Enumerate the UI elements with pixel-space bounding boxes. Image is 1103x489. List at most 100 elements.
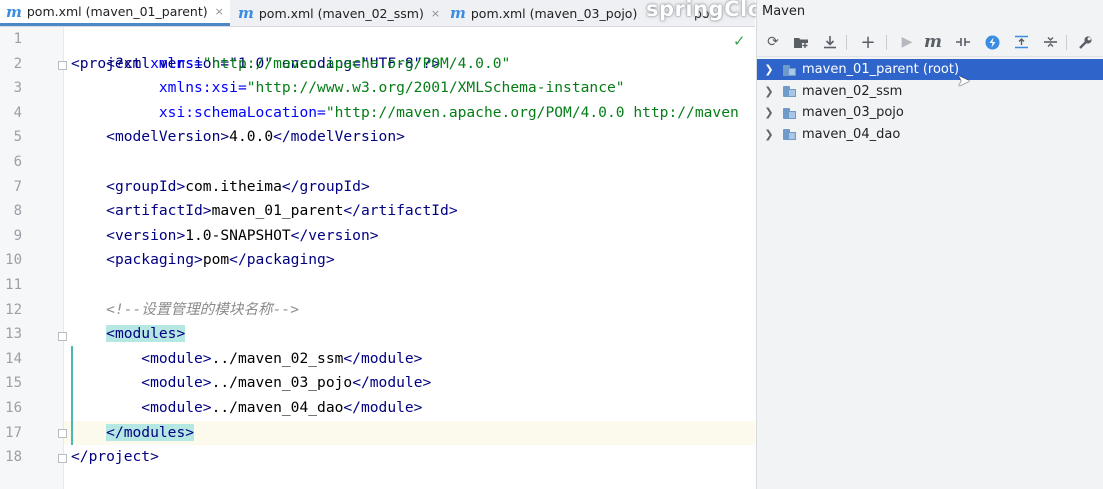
tree-item-label: maven_03_pojo bbox=[802, 105, 904, 120]
maven-m-icon: m bbox=[6, 2, 22, 21]
tag-open: <groupId> bbox=[106, 177, 186, 195]
fold-marker[interactable] bbox=[58, 61, 67, 70]
chevron-right-icon[interactable]: ❯ bbox=[759, 128, 779, 141]
fold-marker[interactable] bbox=[58, 332, 67, 341]
tag-close: </packaging> bbox=[229, 251, 335, 269]
maven-module-icon bbox=[783, 127, 797, 141]
code-line-7: <groupId>com.itheima</groupId> bbox=[71, 175, 370, 200]
tag-open: <module> bbox=[141, 349, 212, 367]
close-icon[interactable]: × bbox=[215, 5, 224, 18]
tag-close: </artifactId> bbox=[343, 202, 458, 220]
tag-open: <version> bbox=[106, 226, 186, 244]
expand-all-icon[interactable] bbox=[1040, 32, 1060, 52]
line-number: 14 bbox=[5, 350, 22, 367]
tag-text: 1.0-SNAPSHOT bbox=[185, 226, 291, 244]
chevron-right-icon[interactable]: ❯ bbox=[759, 63, 779, 76]
line-number: 10 bbox=[5, 252, 22, 269]
toolbar-separator bbox=[1066, 35, 1067, 50]
line-number: 8 bbox=[13, 203, 22, 220]
tag-text: com.itheima bbox=[185, 177, 282, 195]
mouse-pointer-icon: ➤ bbox=[957, 71, 971, 90]
tag-close: </module> bbox=[343, 399, 423, 416]
run-icon[interactable]: ▶ bbox=[897, 32, 917, 52]
code-line-8: <artifactId>maven_01_parent</artifactId> bbox=[71, 199, 458, 224]
tree-item-label: maven_01_parent (root) bbox=[802, 62, 960, 77]
code-line-18: </project> bbox=[71, 445, 159, 470]
tag-open-highlighted: <modules> bbox=[106, 325, 186, 343]
line-number: 3 bbox=[13, 80, 22, 97]
attr-name: xmlns= bbox=[150, 54, 203, 72]
tree-item-label: maven_04_dao bbox=[802, 126, 901, 142]
plus-icon[interactable]: + bbox=[858, 32, 878, 53]
maven-m-icon: m bbox=[238, 4, 254, 22]
tag-text: ../maven_02_ssm bbox=[211, 349, 344, 367]
collapse-all-icon[interactable] bbox=[1011, 32, 1031, 52]
fold-marker[interactable] bbox=[58, 454, 67, 463]
attr-name: xmlns:xsi= bbox=[158, 79, 247, 97]
maven-tree-item-pojo[interactable]: ❯ maven_03_pojo bbox=[757, 102, 1103, 123]
code-line-2: <project xmlns="http://maven.apache.org/… bbox=[71, 52, 510, 77]
wrench-icon[interactable] bbox=[1075, 32, 1095, 52]
code-line-9: <version>1.0-SNAPSHOT</version> bbox=[71, 224, 379, 249]
attr-value: "http://maven.apache.org/POM/4.0.0 http:… bbox=[325, 103, 739, 121]
tag-close: </module> bbox=[352, 374, 432, 392]
code-line-17: </modules> bbox=[71, 421, 195, 446]
code-line-13: <modules> bbox=[71, 322, 186, 347]
tag-text: ../maven_03_pojo bbox=[211, 374, 353, 392]
tag-text: 4.0.0 bbox=[229, 128, 274, 146]
code-line-10: <packaging>pom</packaging> bbox=[71, 248, 335, 273]
maven-tree-item-parent[interactable]: ❯ maven_01_parent (root) bbox=[757, 59, 1103, 80]
toggle-offline-icon[interactable] bbox=[953, 32, 973, 52]
tab-label: pom.xml (maven_01_parent) bbox=[26, 4, 208, 19]
code-line-15: <module>../maven_03_pojo</module> bbox=[71, 371, 431, 396]
line-number: 6 bbox=[13, 154, 22, 170]
maven-tree-item-ssm[interactable]: ❯ maven_02_ssm bbox=[757, 81, 1103, 102]
maven-tree-item-dao[interactable]: ❯ maven_04_dao bbox=[757, 124, 1103, 145]
code-line-16: <module>../maven_04_dao</module> bbox=[71, 396, 422, 421]
code-line-4: xsi:schemaLocation="http://maven.apache.… bbox=[71, 101, 739, 126]
attr-name: xsi:schemaLocation= bbox=[158, 103, 326, 121]
tag-open: <project bbox=[71, 54, 151, 72]
tag-close: </project> bbox=[71, 448, 159, 466]
code-line-1: <?xml version="1.0" encoding="UTF-8"?> bbox=[71, 27, 440, 72]
tab-pom-maven-01-parent[interactable]: m pom.xml (maven_01_parent) × bbox=[0, 0, 230, 26]
line-number: 16 bbox=[5, 400, 22, 416]
tag-open: <packaging> bbox=[106, 251, 203, 269]
tag-text: ../maven_04_dao bbox=[211, 399, 344, 416]
tab-pom-maven-03-pojo[interactable]: m pom.xml (maven_03_pojo) bbox=[444, 0, 643, 26]
maven-panel-title: Maven bbox=[762, 4, 806, 19]
tag-open: <artifactId> bbox=[106, 202, 212, 220]
tag-text: maven_01_parent bbox=[211, 202, 344, 220]
maven-tool-window: ⟳ + ▶ m ❯ maven_01_parent (root) ❯ maven… bbox=[756, 0, 1103, 489]
code-editor[interactable]: 1 2 3 4 5 6 7 8 9 10 11 12 13 14 15 16 17 18 ✓ <?xml vers… bbox=[0, 27, 755, 489]
tab-pom-maven-02-ssm[interactable]: m pom.xml (maven_02_ssm) × bbox=[232, 0, 446, 26]
tag-close-highlighted: </modules> bbox=[106, 423, 195, 441]
add-folder-icon[interactable] bbox=[791, 32, 811, 52]
chevron-right-icon[interactable]: ❯ bbox=[759, 85, 779, 98]
tab-label: pom.xml (maven_02_ssm) bbox=[258, 5, 424, 21]
code-line-12: <!--设置管理的模块名称--> bbox=[71, 298, 299, 323]
refresh-icon[interactable]: ⟳ bbox=[763, 32, 783, 52]
download-icon[interactable] bbox=[820, 32, 840, 52]
code-line-14: <module>../maven_02_ssm</module> bbox=[71, 347, 422, 372]
tag-close: </version> bbox=[290, 226, 379, 244]
maven-module-icon bbox=[783, 106, 797, 120]
lightning-icon[interactable] bbox=[982, 32, 1002, 52]
execute-goal-icon[interactable]: m bbox=[923, 32, 943, 52]
line-number: 2 bbox=[13, 55, 22, 72]
attr-value: "http://www.w3.org/2001/XMLSchema-instan… bbox=[246, 79, 625, 97]
code-line-5: <modelVersion>4.0.0</modelVersion> bbox=[71, 125, 405, 150]
tag-open: <module> bbox=[141, 374, 212, 392]
tree-item-label: maven_02_ssm bbox=[802, 83, 903, 99]
fold-marker[interactable] bbox=[58, 429, 67, 438]
toolbar-separator bbox=[886, 35, 887, 50]
line-number: 12 bbox=[5, 301, 22, 318]
editor-tab-bar: m pom.xml (maven_01_parent) × m pom.xml … bbox=[0, 0, 755, 27]
line-number: 9 bbox=[13, 227, 22, 244]
line-number: 17 bbox=[5, 424, 22, 441]
tag-text: pom bbox=[202, 251, 230, 269]
line-number: 18 bbox=[5, 449, 22, 466]
chevron-right-icon[interactable]: ❯ bbox=[759, 106, 779, 119]
close-icon[interactable]: × bbox=[431, 7, 440, 20]
line-number: 7 bbox=[13, 178, 22, 195]
